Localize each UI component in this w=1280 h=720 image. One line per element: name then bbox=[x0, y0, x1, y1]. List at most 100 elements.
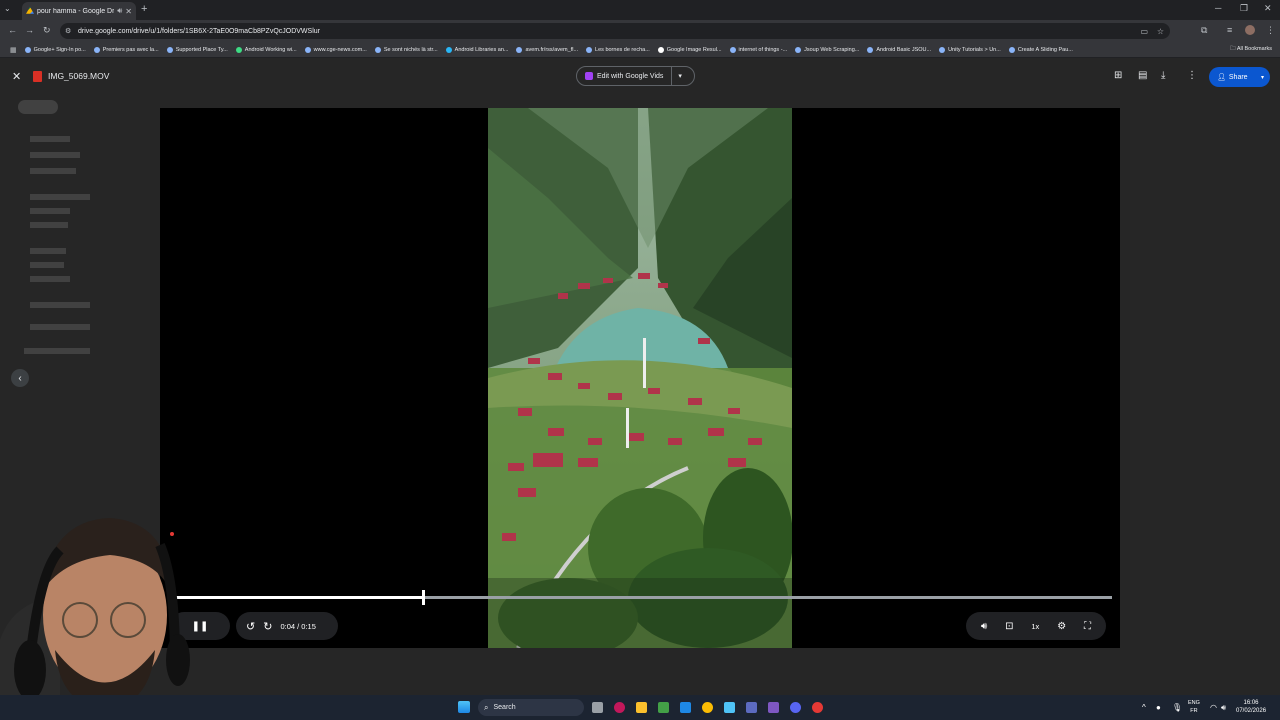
bookmark-item[interactable]: Google Image Resul... bbox=[654, 46, 726, 53]
taskbar-search[interactable]: ⌕ Search bbox=[478, 699, 584, 716]
minimize-icon[interactable]: ─ bbox=[1215, 3, 1221, 13]
language-indicator[interactable]: ENG FR bbox=[1188, 699, 1200, 715]
chrome-icon[interactable] bbox=[702, 702, 713, 713]
back-icon[interactable]: ← bbox=[8, 25, 17, 35]
more-options-icon[interactable]: ⋮ bbox=[1187, 70, 1197, 81]
bookmark-item[interactable]: Android Basic JSOU... bbox=[863, 46, 935, 53]
time-controls-pill: ↺ ↻ 0:04 / 0:15 bbox=[236, 612, 338, 640]
bookmark-item[interactable]: Les bornes de recha... bbox=[582, 46, 654, 53]
maximize-icon[interactable]: ❐ bbox=[1240, 3, 1248, 14]
add-to-folder-icon[interactable]: ⊞ bbox=[1114, 70, 1122, 81]
bookmark-label: Google+ Sign-In po... bbox=[33, 46, 86, 53]
tab-search-icon[interactable]: ⌄ bbox=[4, 4, 11, 13]
progress-scrubber[interactable] bbox=[421, 590, 425, 605]
rewind-10-icon[interactable]: ↺ bbox=[246, 620, 255, 633]
clock[interactable]: 16:06 07/02/2026 bbox=[1236, 699, 1266, 715]
site-info-icon[interactable]: ⚙ bbox=[65, 27, 71, 35]
browser-tab[interactable]: pour hamma - Google Drive 🔊︎ ✕ bbox=[22, 2, 136, 20]
bookmark-favicon-icon bbox=[166, 46, 173, 53]
close-window-icon[interactable]: ✕ bbox=[1264, 3, 1272, 14]
fullscreen-icon[interactable]: ⛶ bbox=[1084, 621, 1091, 632]
bookmark-label: Les bornes de recha... bbox=[595, 46, 650, 53]
microphone-icon[interactable]: 🎙︎ bbox=[1172, 703, 1182, 712]
search-icon: ⌕ bbox=[484, 702, 489, 712]
speed-button[interactable]: 1x bbox=[1031, 622, 1039, 631]
close-tab-icon[interactable]: ✕ bbox=[125, 7, 132, 16]
forward-icon[interactable]: → bbox=[25, 25, 34, 35]
cast-icon[interactable]: ▭ bbox=[1140, 27, 1148, 36]
share-chevron-icon[interactable]: ▾ bbox=[1261, 74, 1264, 81]
all-bookmarks-label: All Bookmarks bbox=[1236, 46, 1272, 52]
mail-icon[interactable] bbox=[680, 702, 691, 713]
speaker-icon[interactable]: 🔊︎ bbox=[117, 6, 122, 16]
teams-icon[interactable] bbox=[746, 702, 757, 713]
volume-tray-icon[interactable]: 🔊︎ bbox=[1221, 703, 1226, 713]
show-hidden-icons[interactable]: ^ bbox=[1142, 703, 1146, 712]
start-windows-icon[interactable] bbox=[458, 701, 470, 713]
previous-file-icon[interactable]: ‹ bbox=[11, 369, 29, 387]
app-icon[interactable] bbox=[768, 702, 779, 713]
bookmark-item[interactable]: Se sont nichés là str... bbox=[371, 46, 442, 53]
tray-app-icon[interactable]: ● bbox=[1156, 703, 1161, 712]
progress-bar[interactable] bbox=[172, 590, 1112, 605]
file-name: IMG_5069.MOV bbox=[48, 71, 110, 81]
forward-10-icon[interactable]: ↻ bbox=[263, 620, 272, 633]
bookmark-favicon-icon bbox=[939, 46, 946, 53]
language-top: ENG bbox=[1188, 700, 1200, 706]
url-text: drive.google.com/drive/u/1/folders/1SB6X… bbox=[78, 27, 320, 35]
settings-gear-icon[interactable]: ⚙ bbox=[1057, 621, 1066, 632]
edit-with-vids-main[interactable]: Edit with Google Vids bbox=[577, 67, 673, 85]
media-icon[interactable]: ≡ bbox=[1227, 25, 1232, 35]
bookmark-item[interactable]: Create A Sliding Pau... bbox=[1005, 46, 1077, 53]
bookmark-item[interactable]: Android Working wi... bbox=[232, 46, 301, 53]
file-explorer-icon[interactable] bbox=[636, 702, 647, 713]
chevron-down-icon[interactable]: ▾ bbox=[672, 72, 688, 80]
vscode-icon[interactable] bbox=[724, 702, 735, 713]
profile-avatar[interactable] bbox=[1245, 25, 1255, 35]
bookmark-label: avem.fr/rss/avem_fl... bbox=[525, 46, 579, 53]
reload-icon[interactable]: ↻ bbox=[43, 25, 51, 36]
share-button[interactable]: 👤︎ Share ▾ bbox=[1209, 67, 1270, 87]
bookmark-label: Android Libraries an... bbox=[454, 46, 509, 53]
edit-with-vids-button[interactable]: Edit with Google Vids ▾ bbox=[576, 66, 695, 86]
new-tab-icon[interactable]: + bbox=[141, 3, 147, 15]
store-icon[interactable] bbox=[658, 702, 669, 713]
apps-icon[interactable]: ▦ bbox=[6, 46, 21, 54]
bookmark-favicon-icon bbox=[93, 46, 100, 53]
bookmark-label: Android Basic JSOU... bbox=[876, 46, 932, 53]
bookmark-item[interactable]: avem.fr/rss/avem_fl... bbox=[512, 46, 582, 53]
copilot-icon[interactable] bbox=[614, 702, 625, 713]
close-viewer-icon[interactable]: ✕ bbox=[12, 70, 21, 83]
bookmark-item[interactable]: Supported Place Ty... bbox=[163, 46, 232, 53]
comment-icon[interactable]: ▤ bbox=[1138, 70, 1147, 81]
bookmark-label: www.cge-news.com... bbox=[313, 46, 367, 53]
windows-taskbar: ⌕ Search ^ ● 🎙︎ ENG FR ◠ 🔊︎ 16:06 07/02/… bbox=[0, 695, 1280, 720]
search-label: Search bbox=[493, 704, 516, 711]
task-view-icon[interactable] bbox=[592, 702, 603, 713]
captions-icon[interactable]: ⊡ bbox=[1005, 621, 1013, 632]
video-player[interactable]: ❚❚ ↺ ↻ 0:04 / 0:15 🔊︎ ⊡ 1x ⚙ ⛶ bbox=[160, 108, 1120, 648]
all-bookmarks-folder[interactable]: 🗀 All Bookmarks bbox=[1230, 45, 1272, 54]
webcam-overlay bbox=[0, 518, 200, 720]
download-icon[interactable]: ⤓ bbox=[1161, 70, 1165, 81]
discord-icon[interactable] bbox=[790, 702, 801, 713]
bookmark-item[interactable]: Unity Tutorials > Un... bbox=[935, 46, 1005, 53]
app-red-icon[interactable] bbox=[812, 702, 823, 713]
bookmark-item[interactable]: Android Libraries an... bbox=[442, 46, 513, 53]
bookmark-label: Google Image Resul... bbox=[666, 46, 722, 53]
menu-icon[interactable]: ⋮ bbox=[1266, 25, 1275, 36]
bookmark-item[interactable]: internet of things -... bbox=[726, 46, 792, 53]
bookmark-favicon-icon bbox=[729, 46, 736, 53]
bookmark-item[interactable]: Jsoup Web Scraping... bbox=[791, 46, 863, 53]
bookmark-label: Unity Tutorials > Un... bbox=[948, 46, 1001, 53]
volume-icon[interactable]: 🔊︎ bbox=[981, 621, 987, 632]
bookmark-favicon-icon bbox=[867, 46, 874, 53]
bookmark-star-icon[interactable]: ☆ bbox=[1157, 27, 1164, 36]
address-bar[interactable]: ⚙ drive.google.com/drive/u/1/folders/1SB… bbox=[60, 23, 1170, 39]
wifi-icon[interactable]: ◠ bbox=[1210, 703, 1217, 712]
bookmark-favicon-icon bbox=[795, 46, 802, 53]
bookmark-item[interactable]: www.cge-news.com... bbox=[301, 46, 371, 53]
bookmark-item[interactable]: Premiers pas avec la... bbox=[90, 46, 163, 53]
extensions-icon[interactable]: ⧉ bbox=[1201, 25, 1207, 36]
bookmark-item[interactable]: Google+ Sign-In po... bbox=[21, 46, 90, 53]
